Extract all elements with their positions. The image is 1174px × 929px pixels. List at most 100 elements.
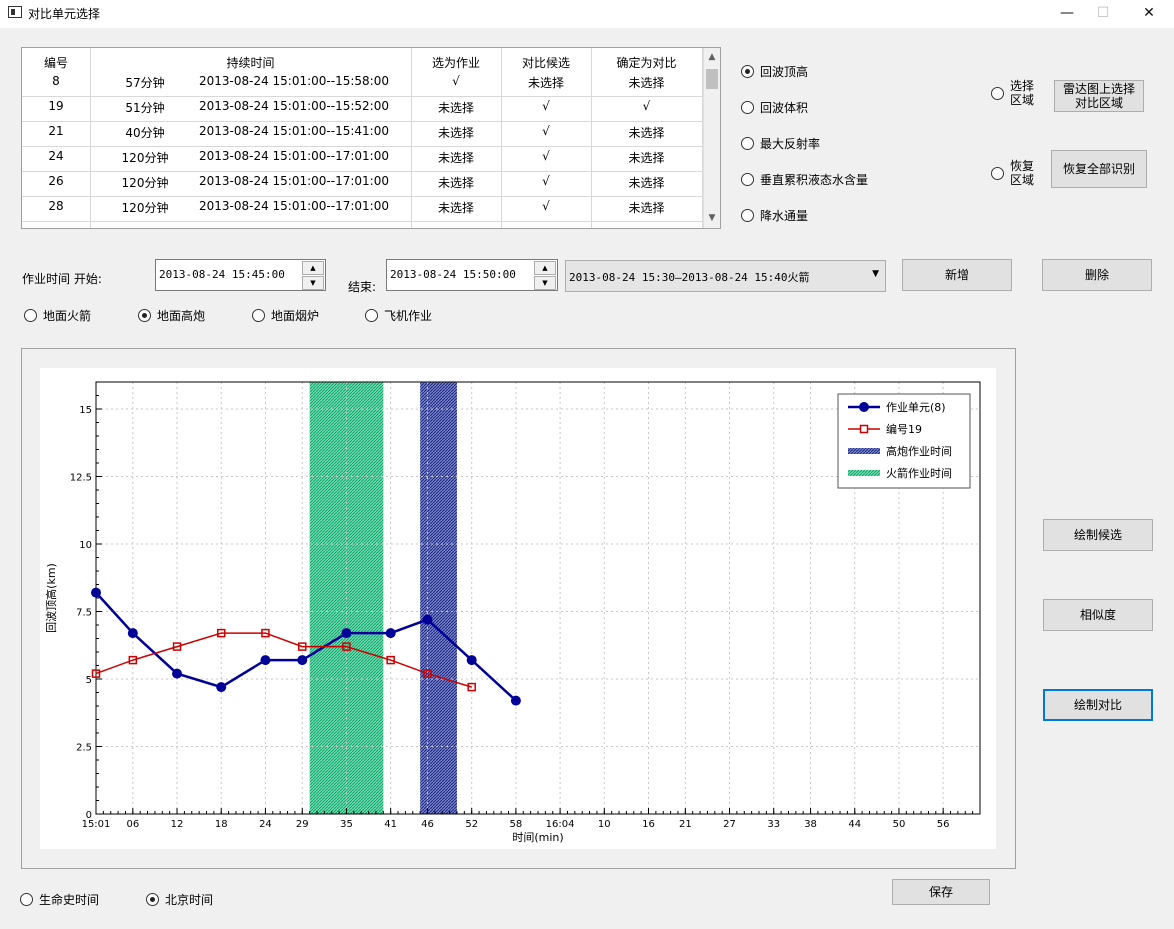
metric-radio-precip-flux[interactable]: 降水通量 [741,207,808,224]
header-id[interactable]: 编号 [22,54,90,71]
radio-icon [138,309,151,322]
radio-icon [24,309,37,322]
cell-id: 21 [48,124,64,138]
time-mode-lifecycle[interactable]: 生命史时间 [20,891,99,908]
y-tick-label: 7.5 [76,608,92,619]
radio-icon [741,101,754,114]
x-tick-label: 50 [893,819,906,830]
data-point [510,695,521,706]
maximize-button[interactable]: ☐ [1080,0,1126,28]
cell-as-op: 未选择 [437,176,474,190]
end-time-value: 2013-08-24 15:50:00 [390,268,516,281]
cell-id: 24 [48,149,64,163]
table-row[interactable]: 19 51分钟 2013-08-24 15:01:00--15:52:00 未选择 √ √ [22,96,702,121]
spin-up-icon[interactable]: ▲ [302,261,324,275]
scroll-thumb[interactable] [706,69,718,89]
unit-table[interactable]: 编号 持续时间 选为作业 对比候选 确定为对比 8 57分钟 2013-08-24 … [21,47,721,229]
metric-radio-echo-volume[interactable]: 回波体积 [741,99,808,116]
header-confirmed[interactable]: 确定为对比 [591,54,702,71]
cell-confirmed: 未选择 [628,201,665,215]
x-tick-label: 16:04 [546,819,575,830]
scroll-up-icon[interactable]: ▲ [704,49,720,65]
draw-candidates-button[interactable]: 绘制候选 [1043,519,1153,551]
x-tick-label: 58 [510,819,523,830]
cell-id: 28 [48,199,64,213]
radio-icon [20,893,33,906]
metric-radio-vil[interactable]: 垂直累积液态水含量 [741,171,868,188]
x-tick-label: 06 [126,819,139,830]
legend-marker [859,402,869,412]
table-row[interactable]: 26 120分钟 2013-08-24 15:01:00--17:01:00 未选择 √… [22,171,702,196]
select-region-button[interactable]: 雷达图上选择 对比区域 [1054,80,1144,112]
start-time-spinbox[interactable]: 2013-08-24 15:45:00 ▲ ▼ [155,259,326,291]
x-axis-label: 时间(min) [512,831,563,844]
spin-down-icon[interactable]: ▼ [302,276,324,290]
cell-id: 26 [48,174,64,188]
delete-button[interactable]: 删除 [1042,259,1152,291]
add-button[interactable]: 新增 [902,259,1012,291]
legend-swatch [848,470,880,476]
close-button[interactable]: ✕ [1126,0,1172,28]
op-type-rocket[interactable]: 地面火箭 [24,307,91,324]
spin-down-icon[interactable]: ▼ [534,276,556,290]
cell-candidate: √ [542,199,550,213]
time-mode-beijing[interactable]: 北京时间 [146,891,213,908]
x-tick-label: 44 [848,819,861,830]
y-tick-label: 10 [79,540,92,551]
cell-time-range: 2013-08-24 15:01:00--17:01:00 [198,199,389,213]
data-point [172,668,183,679]
table-row[interactable]: 8 57分钟 2013-08-24 15:01:00--15:58:00 √ 未选择 未选… [22,71,702,96]
app-icon [8,6,22,18]
chart-canvas: 15:01 06 12 18 24 29 35 41 46 52 58 16:04 10 16 21 27 33… [40,368,996,849]
cell-id: 19 [48,99,64,113]
cell-candidate: √ [542,174,550,188]
scroll-down-icon[interactable]: ▼ [704,210,720,226]
window-title: 对比单元选择 [28,7,101,21]
cell-id: 8 [52,74,60,88]
cell-as-op: √ [452,74,460,88]
legend-swatch [848,448,880,454]
table-scrollbar[interactable]: ▲ ▼ [703,48,720,228]
y-tick-label: 12.5 [70,473,92,484]
table-row[interactable]: 24 120分钟 2013-08-24 15:01:00--17:01:00 未选择 √… [22,146,702,171]
cell-as-op: 未选择 [437,101,474,115]
restore-region-radio[interactable]: 恢复 区域 [991,159,1034,187]
x-tick-label: 56 [937,819,950,830]
header-as-op[interactable]: 选为作业 [411,54,501,71]
x-tick-label: 12 [171,819,184,830]
x-tick-label: 41 [384,819,397,830]
data-point [385,628,396,639]
legend-label: 高炮作业时间 [886,444,952,458]
header-candidate[interactable]: 对比候选 [501,54,591,71]
op-type-burner[interactable]: 地面烟炉 [252,307,319,324]
table-row[interactable]: 21 40分钟 2013-08-24 15:01:00--15:41:00 未选择 √ 未… [22,121,702,146]
cell-as-op: 未选择 [437,126,474,140]
op-type-cannon[interactable]: 地面高炮 [138,307,205,324]
end-time-spinbox[interactable]: 2013-08-24 15:50:00 ▲ ▼ [386,259,558,291]
draw-compare-button[interactable]: 绘制对比 [1043,689,1153,721]
radio-icon [991,166,1004,180]
cell-candidate: √ [542,99,550,113]
metric-radio-echo-top[interactable]: 回波顶高 [741,63,808,80]
x-tick-label: 18 [215,819,228,830]
select-region-radio[interactable]: 选择 区域 [991,79,1034,107]
x-tick-label: 33 [767,819,780,830]
row-divider [22,221,702,222]
spin-up-icon[interactable]: ▲ [534,261,556,275]
header-duration[interactable]: 持续时间 [90,54,411,71]
save-button[interactable]: 保存 [892,879,990,905]
data-point [341,628,352,639]
metric-radio-max-reflectivity[interactable]: 最大反射率 [741,135,820,152]
cell-candidate: √ [542,149,550,163]
y-tick-label: 2.5 [76,743,92,754]
restore-all-button[interactable]: 恢复全部识别 [1051,150,1147,188]
cell-time-range: 2013-08-24 15:01:00--17:01:00 [198,149,389,163]
op-record-dropdown[interactable]: 2013-08-24 15:30—2013-08-24 15:40火箭 ▼ [565,260,886,292]
data-point [260,655,271,666]
legend-label: 编号19 [886,422,922,436]
cell-time-range: 2013-08-24 15:01:00--17:01:00 [198,174,389,188]
similarity-button[interactable]: 相似度 [1043,599,1153,631]
op-type-aircraft[interactable]: 飞机作业 [365,307,432,324]
table-row[interactable]: 28 120分钟 2013-08-24 15:01:00--17:01:00 未选择 √… [22,196,702,221]
cell-confirmed: 未选择 [628,126,665,140]
